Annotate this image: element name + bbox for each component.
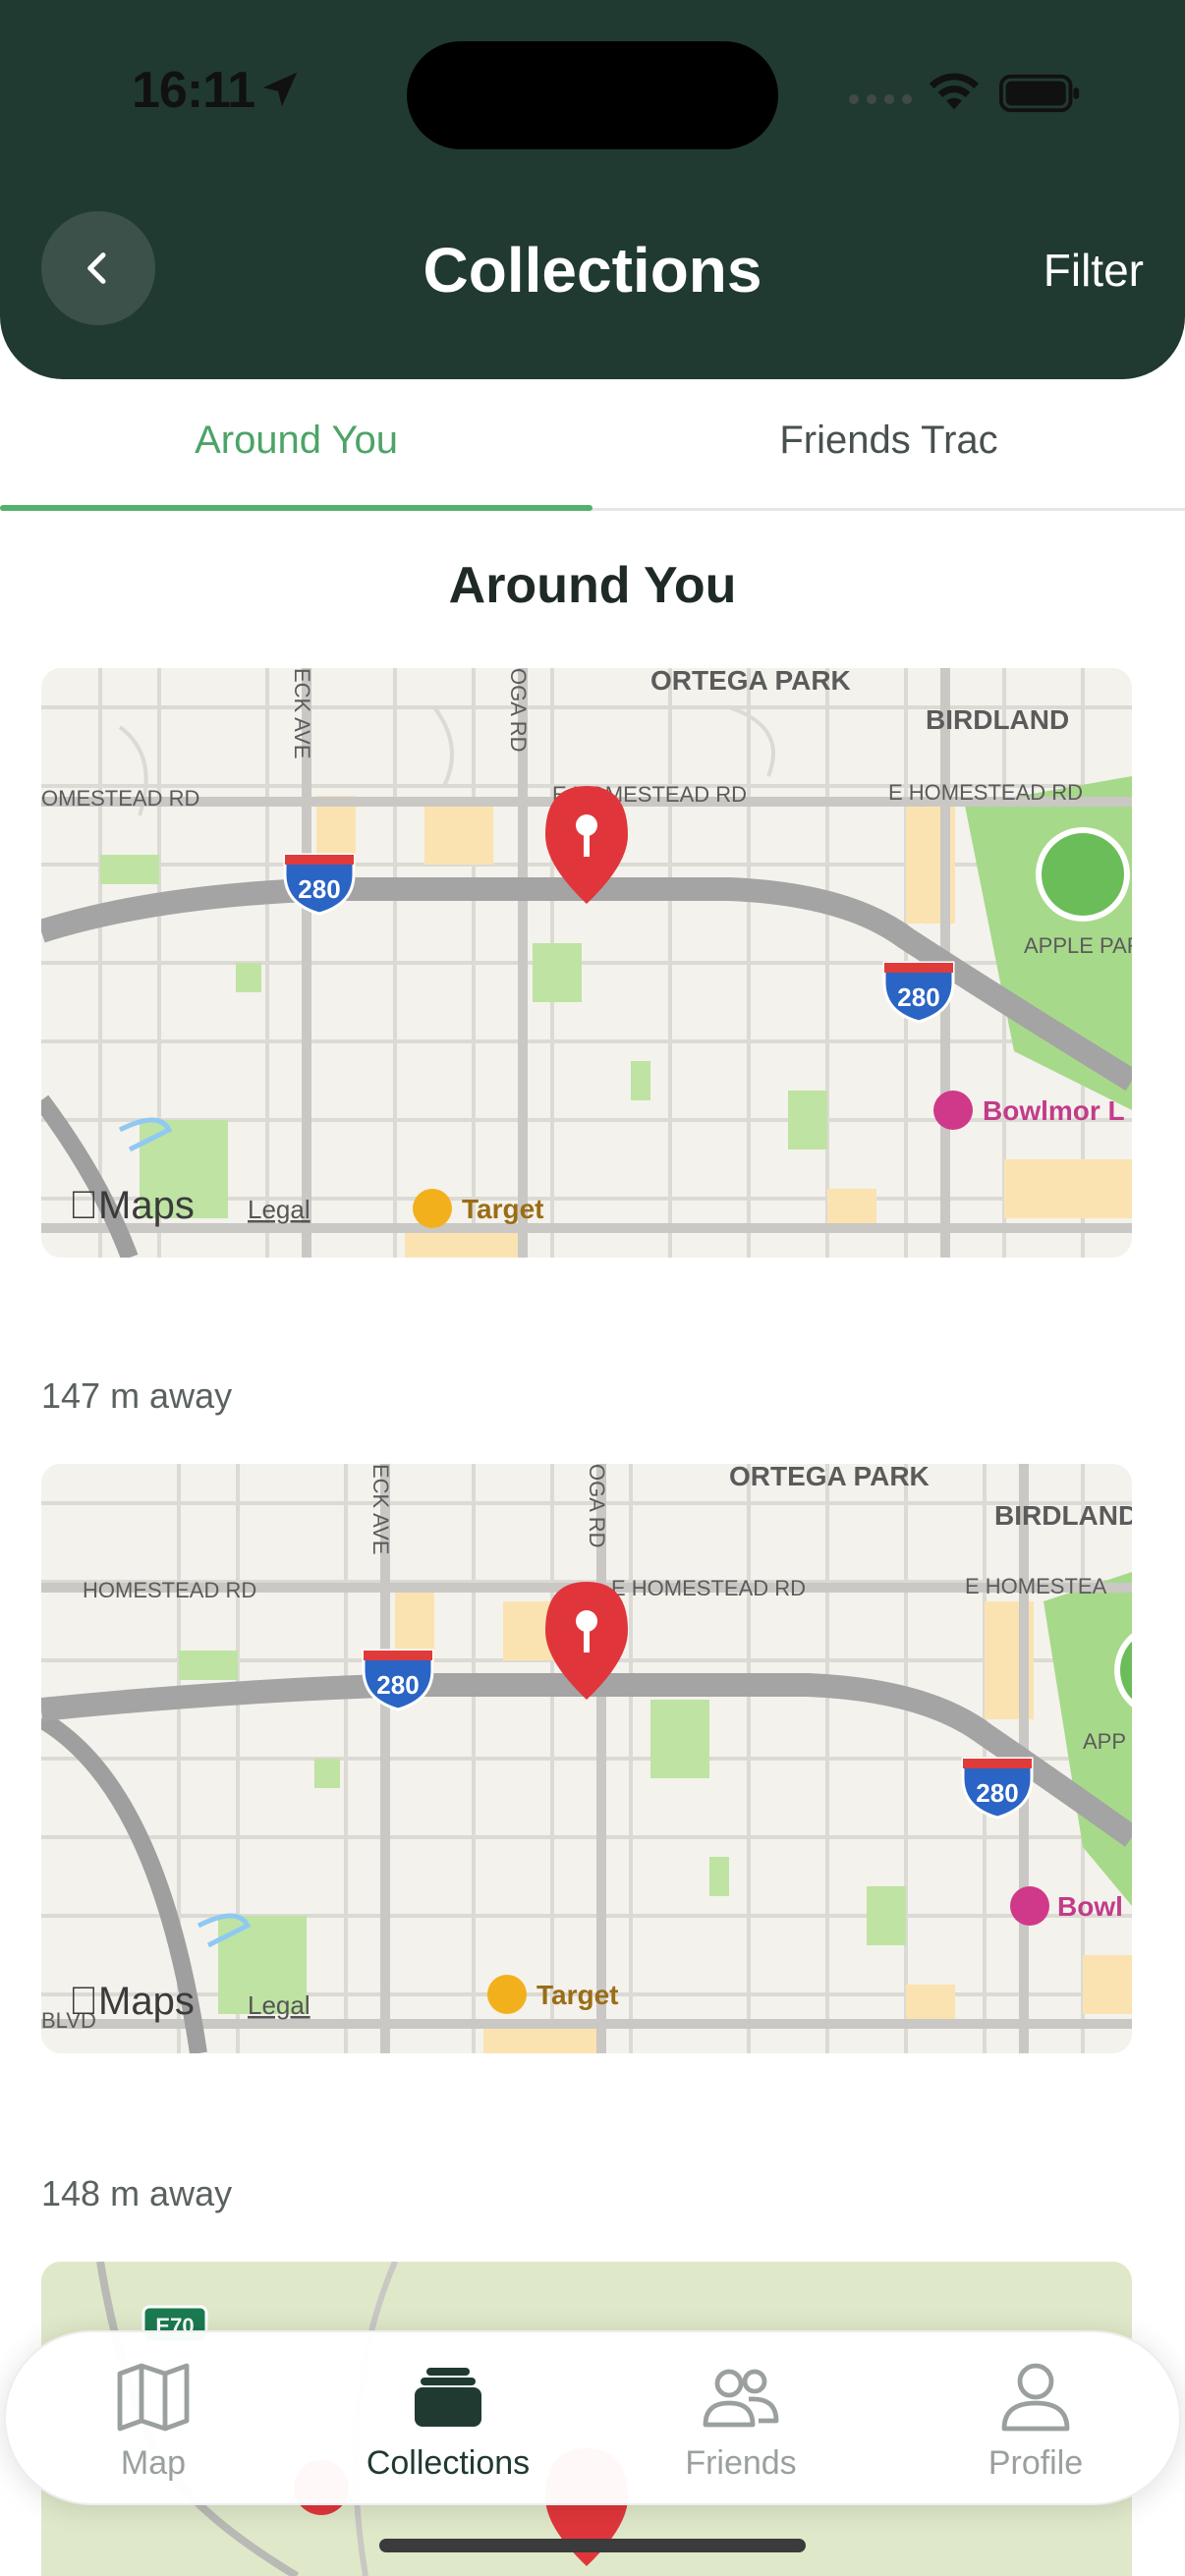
apple-maps-logo: Maps [69,1184,195,1227]
battery-icon [999,74,1080,113]
tab-profile[interactable]: Profile [918,2362,1154,2483]
street-label: HOMESTEAD RD [83,1578,256,1602]
home-indicator [379,2539,806,2552]
poi-label: Bowl [1057,1891,1123,1922]
street-label: E HOMESTEA [965,1574,1107,1598]
tab-label: Collections [366,2444,531,2482]
tab-map[interactable]: Map [35,2362,271,2483]
svg-text:280: 280 [376,1670,419,1700]
dynamic-island [407,41,778,149]
poi-label: APPLE PAR [1024,933,1132,958]
tab-label: Profile [988,2444,1084,2482]
svg-text:280: 280 [976,1778,1018,1808]
active-tab-indicator [0,505,592,511]
birdland-label: BIRDLAND [994,1500,1132,1531]
legal-link: Legal [248,1990,310,2020]
map-card[interactable]: ORTEGA PARK BIRDLAND OMESTEAD RD E HOMES… [41,668,1132,1258]
park-label: ORTEGA PARK [650,668,851,696]
shopping-cart-poi-icon [413,1189,452,1228]
street-label: ECK AVE [290,668,314,759]
filter-button[interactable]: Filter [1044,244,1144,297]
section-title: Around You [448,557,737,614]
apple-maps-logo: Maps [69,1980,195,2023]
location-arrow-icon [262,72,298,107]
poi-label: Target [462,1194,544,1224]
street-label: E HOMESTEAD RD [888,780,1083,805]
bottom-tab-bar: Map Collections Friends Profile [4,2330,1181,2505]
distance-label: 147 m away [41,1375,233,1416]
friends-icon [703,2369,779,2428]
street-label: OGA RD [506,668,531,753]
collections-icon [415,2368,481,2427]
segment-tabs: Around You Friends Trac [0,379,1185,511]
app-header: 16:11 Collections Filter [0,0,1185,379]
street-label: OGA RD [585,1464,609,1548]
wifi-icon [929,73,980,110]
page-title: Collections [423,235,762,306]
apple-park-poi-icon [1036,827,1130,922]
poi-label: Bowlmor L [983,1095,1125,1126]
shopping-cart-poi-icon [487,1975,527,2014]
map-thumbnail: ORTEGA PARK BIRDLAND OMESTEAD RD E HOMES… [41,668,1132,1258]
tab-around-you[interactable]: Around You [0,419,592,463]
street-label: OMESTEAD RD [41,786,199,811]
poi-label: APP [1083,1729,1126,1754]
bowling-poi-icon [1010,1886,1049,1926]
svg-text:280: 280 [897,982,939,1012]
tab-friends[interactable]: Friends [623,2362,859,2483]
tab-friends-tracks[interactable]: Friends Trac [592,419,1185,463]
map-card[interactable]: ORTEGA PARK BIRDLAND HOMESTEAD RD E HOME… [41,1464,1132,2053]
park-label: ORTEGA PARK [729,1464,930,1491]
distance-label: 148 m away [41,2173,233,2213]
cellular-signal-icon [849,94,912,104]
street-label: ECK AVE [368,1464,393,1555]
status-time: 16:11 [132,62,255,119]
legal-link: Legal [248,1195,310,1224]
bowling-poi-icon [933,1091,973,1130]
map-icon [117,2363,190,2432]
tab-label: Map [120,2444,187,2482]
map-thumbnail: ORTEGA PARK BIRDLAND HOMESTEAD RD E HOME… [41,1464,1132,2053]
profile-icon [1001,2363,1070,2432]
poi-label: Target [536,1980,619,2010]
tab-label: Friends [685,2444,797,2482]
birdland-label: BIRDLAND [926,704,1069,735]
tab-collections[interactable]: Collections [330,2362,566,2483]
street-label: E HOMESTEAD RD [611,1576,806,1600]
svg-text:280: 280 [298,874,340,904]
